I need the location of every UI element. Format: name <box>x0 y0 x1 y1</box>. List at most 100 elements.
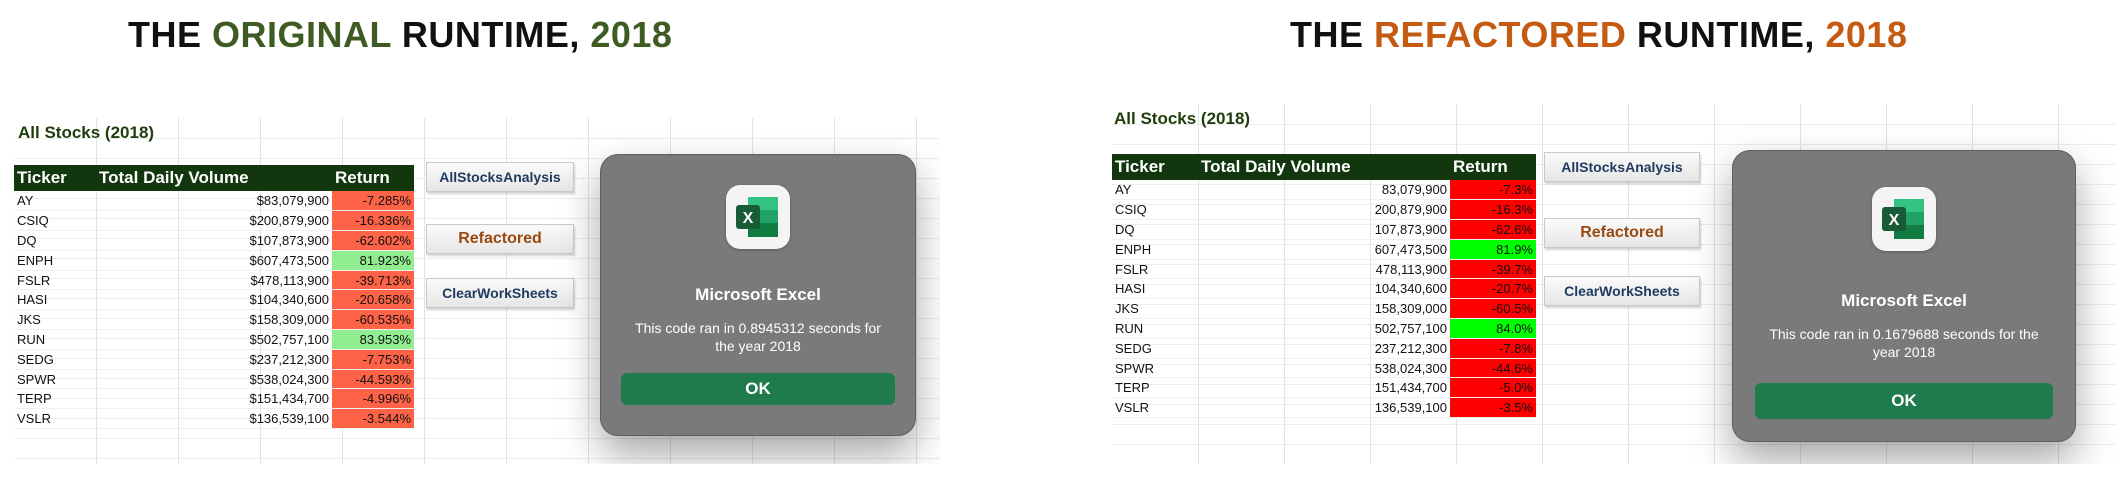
volume-cell: $158,309,000 <box>96 309 332 331</box>
return-cell: 84.0% <box>1450 318 1536 339</box>
volume-cell: 478,113,900 <box>1198 259 1450 280</box>
gridline <box>1112 144 2116 145</box>
title-middle: RUNTIME, <box>391 14 591 55</box>
return-cell: 83.953% <box>332 329 414 350</box>
volume-cell: 237,212,300 <box>1198 338 1450 359</box>
return-cell: -4.996% <box>332 388 414 410</box>
ok-button[interactable]: OK <box>621 373 895 405</box>
table-row: FSLR $478,113,900 -39.713% <box>14 270 414 291</box>
volume-cell: 538,024,300 <box>1198 358 1450 379</box>
volume-cell: 200,879,900 <box>1198 199 1450 221</box>
gridline <box>14 458 940 459</box>
ticker-cell: JKS <box>1112 298 1198 320</box>
volume-cell: $107,873,900 <box>96 230 332 251</box>
return-cell: -20.658% <box>332 289 414 311</box>
volume-cell: 607,473,500 <box>1198 239 1450 260</box>
return-cell: -7.285% <box>332 191 414 212</box>
ticker-cell: SEDG <box>14 349 96 370</box>
header-volume: Total Daily Volume <box>1198 154 1450 180</box>
table-row: RUN 502,757,100 84.0% <box>1112 318 1536 339</box>
table-row: HASI 104,340,600 -20.7% <box>1112 278 1536 300</box>
gridline <box>1112 124 2116 125</box>
header-ticker: Ticker <box>14 165 96 191</box>
table-row: CSIQ 200,879,900 -16.3% <box>1112 199 1536 221</box>
title-middle: RUNTIME, <box>1626 14 1826 55</box>
volume-cell: $200,879,900 <box>96 210 332 232</box>
clear-worksheets-button[interactable]: ClearWorkSheets <box>1544 276 1700 306</box>
ticker-cell: RUN <box>14 329 96 350</box>
volume-cell: $104,340,600 <box>96 289 332 311</box>
volume-cell: $237,212,300 <box>96 349 332 370</box>
return-cell: -39.713% <box>332 270 414 291</box>
title-highlight: REFACTORED <box>1374 14 1627 55</box>
volume-cell: 136,539,100 <box>1198 397 1450 419</box>
all-stocks-analysis-button[interactable]: AllStocksAnalysis <box>1544 152 1700 182</box>
title-year: 2018 <box>590 14 673 55</box>
return-cell: -5.0% <box>1450 377 1536 399</box>
return-cell: -60.535% <box>332 309 414 331</box>
return-cell: -16.336% <box>332 210 414 232</box>
table-row: VSLR $136,539,100 -3.544% <box>14 408 414 430</box>
stocks-table: Ticker Total Daily Volume Return AY 83,07… <box>1112 154 1536 419</box>
ticker-cell: CSIQ <box>1112 199 1198 221</box>
ticker-cell: ENPH <box>14 250 96 271</box>
svg-text:X: X <box>1889 212 1900 229</box>
gridline <box>1112 444 2116 445</box>
ticker-cell: JKS <box>14 309 96 331</box>
excel-icon: X <box>726 185 790 249</box>
ticker-cell: AY <box>1112 180 1198 201</box>
table-row: AY $83,079,900 -7.285% <box>14 191 414 212</box>
original-sheet-screenshot: All Stocks (2018) Ticker Total Daily Vol… <box>14 118 940 464</box>
volume-cell: $136,539,100 <box>96 408 332 430</box>
title-original-runtime: THE ORIGINAL RUNTIME, 2018 <box>128 14 672 56</box>
return-cell: -16.3% <box>1450 199 1536 221</box>
volume-cell: $151,434,700 <box>96 388 332 410</box>
table-row: SPWR $538,024,300 -44.593% <box>14 369 414 390</box>
gridline <box>424 118 425 464</box>
clear-worksheets-button[interactable]: ClearWorkSheets <box>426 278 574 308</box>
table-row: CSIQ $200,879,900 -16.336% <box>14 210 414 232</box>
header-volume: Total Daily Volume <box>96 165 332 191</box>
refactored-sheet-screenshot: All Stocks (2018) Ticker Total Daily Vol… <box>1112 104 2116 464</box>
ticker-cell: HASI <box>1112 278 1198 300</box>
table-row: DQ 107,873,900 -62.6% <box>1112 219 1536 240</box>
ticker-cell: DQ <box>1112 219 1198 240</box>
return-cell: 81.9% <box>1450 239 1536 260</box>
title-prefix: THE <box>1290 14 1375 55</box>
gridline <box>916 118 917 464</box>
runtime-dialog: X Microsoft Excel This code ran in 0.894… <box>600 154 916 436</box>
return-cell: -62.602% <box>332 230 414 251</box>
table-row: TERP 151,434,700 -5.0% <box>1112 377 1536 399</box>
sheet-title: All Stocks (2018) <box>1114 109 1251 128</box>
ticker-cell: FSLR <box>14 270 96 291</box>
refactored-button[interactable]: Refactored <box>426 224 574 254</box>
table-row: JKS $158,309,000 -60.535% <box>14 309 414 331</box>
ticker-cell: FSLR <box>1112 259 1198 280</box>
volume-cell: $478,113,900 <box>96 270 332 291</box>
table-row: DQ $107,873,900 -62.602% <box>14 230 414 251</box>
return-cell: 81.923% <box>332 250 414 271</box>
return-cell: -44.593% <box>332 369 414 390</box>
return-cell: -7.8% <box>1450 338 1536 359</box>
volume-cell: 151,434,700 <box>1198 377 1450 399</box>
title-refactored-runtime: THE REFACTORED RUNTIME, 2018 <box>1290 14 1907 56</box>
table-row: ENPH $607,473,500 81.923% <box>14 250 414 271</box>
stocks-table: Ticker Total Daily Volume Return AY $83,0… <box>14 165 414 430</box>
excel-icon: X <box>1872 187 1936 251</box>
table-row: SPWR 538,024,300 -44.6% <box>1112 358 1536 379</box>
return-cell: -3.5% <box>1450 397 1536 419</box>
header-ticker: Ticker <box>1112 154 1198 180</box>
title-highlight: ORIGINAL <box>212 14 392 55</box>
all-stocks-analysis-button[interactable]: AllStocksAnalysis <box>426 162 574 192</box>
ticker-cell: RUN <box>1112 318 1198 339</box>
table-row: SEDG 237,212,300 -7.8% <box>1112 338 1536 359</box>
table-row: TERP $151,434,700 -4.996% <box>14 388 414 410</box>
ticker-cell: SPWR <box>1112 358 1198 379</box>
table-row: ENPH 607,473,500 81.9% <box>1112 239 1536 260</box>
title-prefix: THE <box>128 14 213 55</box>
table-row: RUN $502,757,100 83.953% <box>14 329 414 350</box>
return-cell: -60.5% <box>1450 298 1536 320</box>
ok-button[interactable]: OK <box>1755 383 2053 419</box>
volume-cell: 107,873,900 <box>1198 219 1450 240</box>
refactored-button[interactable]: Refactored <box>1544 218 1700 248</box>
